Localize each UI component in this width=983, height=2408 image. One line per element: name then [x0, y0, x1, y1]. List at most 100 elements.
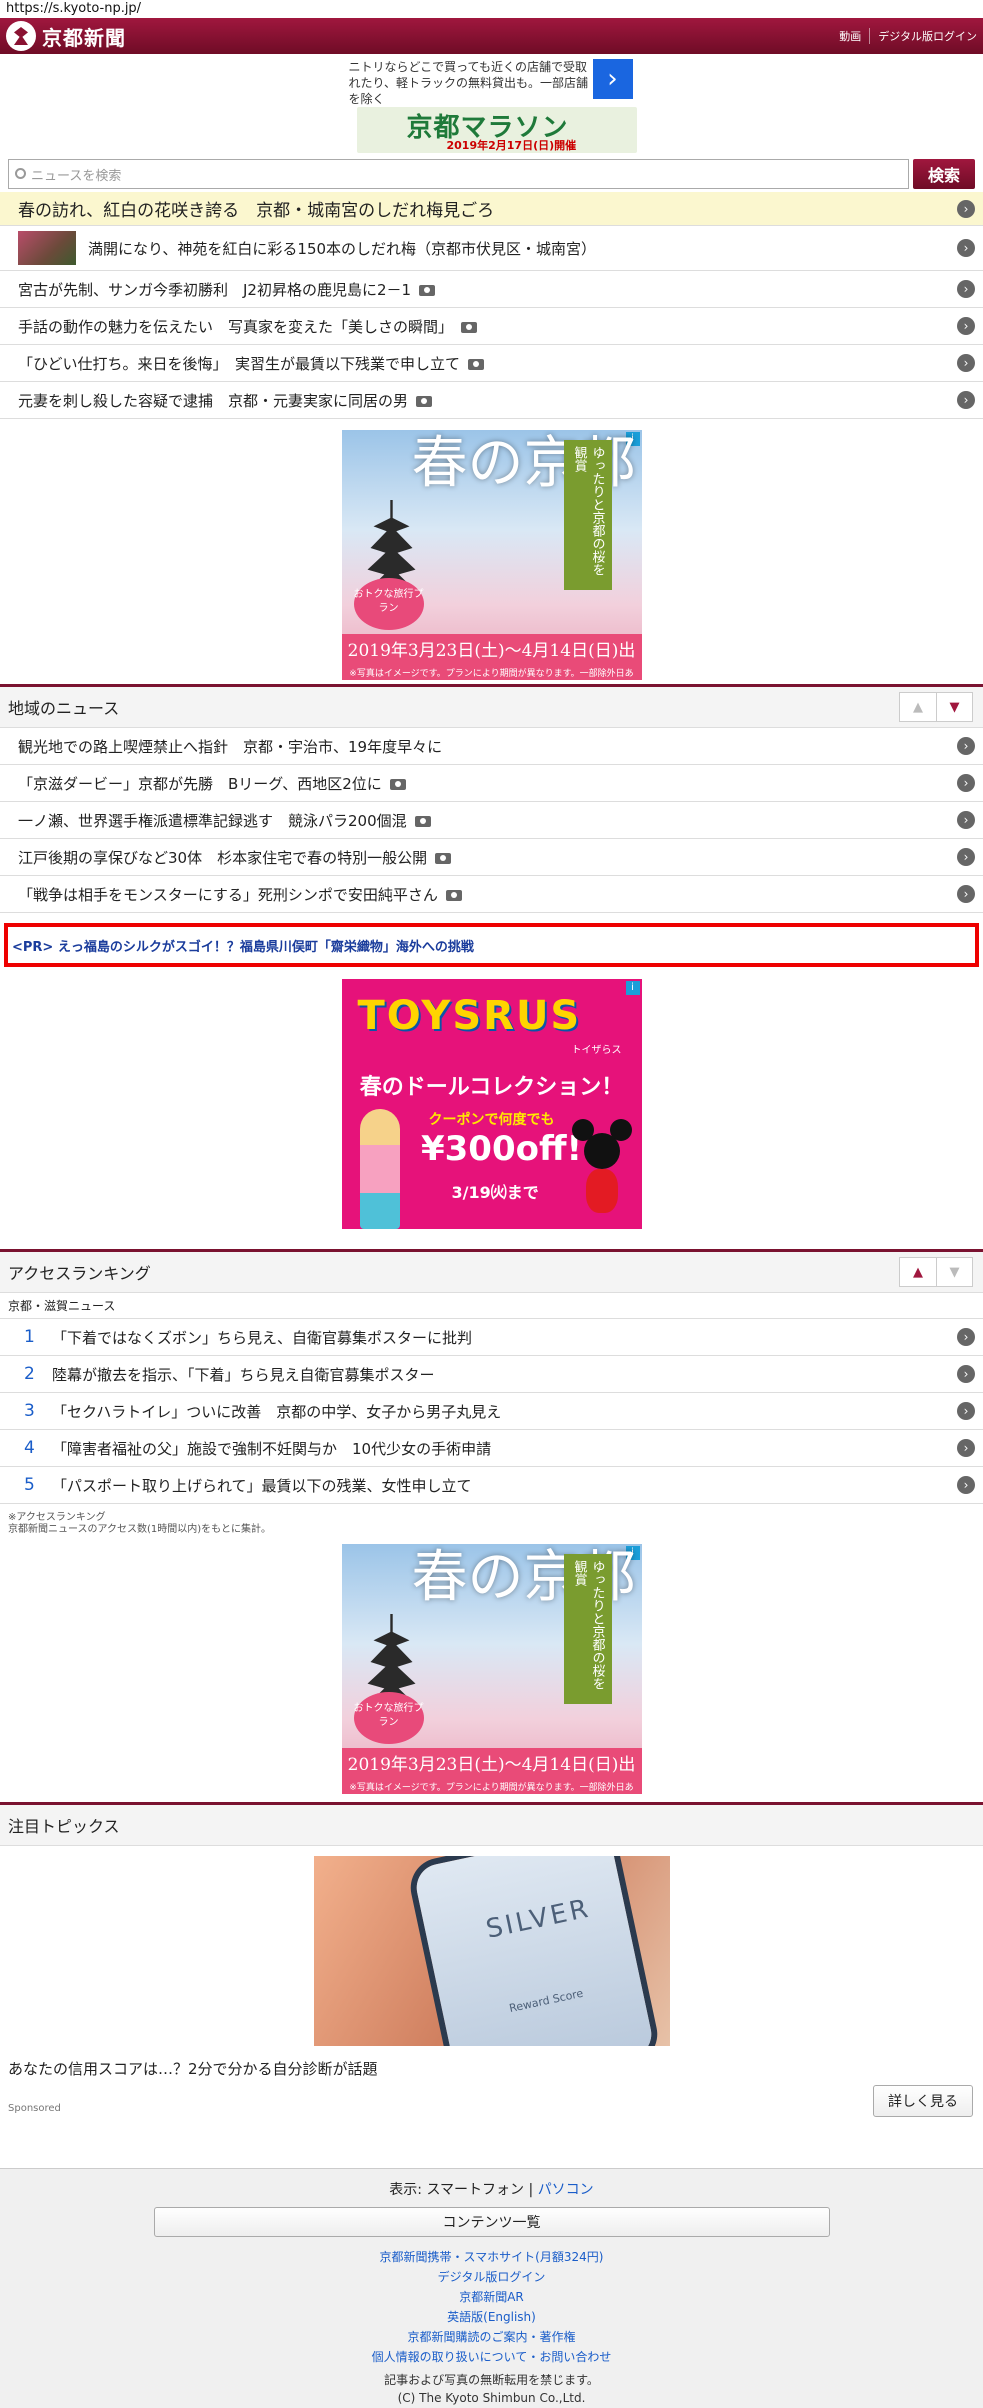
list-item[interactable]: 宮古が先制、サンガ今季初勝利 J2初昇格の鹿児島に2－1 › [0, 271, 983, 308]
toysrus-ad[interactable]: i TOYSRUS トイザらス 春のドールコレクション！ クーポンで何度でも ¥… [341, 979, 642, 1229]
camera-icon [461, 321, 478, 333]
ad-slot-3: i 春の京都 ゆったりと京都の桜を観賞 おトクな旅行プラン 2019年3月23日… [0, 1536, 983, 1802]
top-news-list: 春の訪れ、紅白の花咲き誇る 京都・城南宮のしだれ梅見ごろ › 満開になり、神苑を… [0, 192, 983, 419]
footer-link-digital-login[interactable]: デジタル版ログイン [0, 2267, 983, 2287]
chevron-right-icon: › [957, 1476, 975, 1494]
view-pc-link[interactable]: パソコン [538, 2182, 594, 2198]
rank-number: 3 [24, 1401, 35, 1421]
view-smartphone: スマートフォン [426, 2182, 525, 2198]
header-links: 動画 デジタル版ログイン [831, 28, 977, 44]
news-title: 満開になり、神苑を紅白に彩る150本のしだれ梅（京都市伏見区・城南宮） [88, 239, 597, 258]
ad-text: ニトリならどこで買っても近くの店舗で受取れたり、軽トラックの無料貸出も。一部店舗… [348, 60, 589, 106]
ad-vertical-text: ゆったりと京都の桜を観賞 [563, 440, 612, 590]
chevron-right-icon: › [957, 737, 975, 755]
footer-link-subscription[interactable]: 京都新聞購読のご案内・著作権 [0, 2327, 983, 2347]
headline-item[interactable]: 春の訪れ、紅白の花咲き誇る 京都・城南宮のしだれ梅見ごろ › [0, 192, 983, 226]
news-title: 「ひどい仕打ち。来日を後悔」 実習生が最賃以下残業で申し立て [18, 354, 461, 373]
search-input[interactable]: ニュースを検索 [8, 159, 909, 189]
chevron-right-icon: › [957, 199, 975, 218]
chevron-right-icon: › [957, 1365, 975, 1383]
footer-notice: 記事および写真の無断転用を禁じます。 [384, 2373, 599, 2387]
section-toggles: ▲ ▼ [899, 1257, 973, 1287]
ranking-item[interactable]: 4 「障害者福祉の父」施設で強制不妊関与か 10代少女の手術申請 › [0, 1430, 983, 1467]
view-label: 表示: [389, 2182, 423, 2198]
top-banner-ad[interactable]: ニトリならどこで買っても近くの店舗で受取れたり、軽トラックの無料貸出も。一部店舗… [0, 54, 983, 156]
list-item[interactable]: 「ひどい仕打ち。来日を後悔」 実習生が最賃以下残業で申し立て › [0, 345, 983, 382]
chevron-right-icon: › [957, 1439, 975, 1457]
news-title: 「戦争は相手をモンスターにする」死刑シンポで安田純平さん [18, 885, 438, 904]
list-item[interactable]: 元妻を刺し殺した容疑で逮捕 京都・元妻実家に同居の男 › [0, 382, 983, 419]
chevron-up-icon[interactable]: ▲ [900, 693, 936, 721]
headline-text: 春の訪れ、紅白の花咲き誇る 京都・城南宮のしだれ梅見ごろ [18, 201, 495, 221]
spring-kyoto-ad[interactable]: i 春の京都 ゆったりと京都の桜を観賞 おトクな旅行プラン 2019年3月23日… [341, 430, 642, 680]
ranking-note-title: ※アクセスランキング [8, 1512, 106, 1523]
search-button[interactable]: 検索 [913, 159, 975, 189]
footer-link-mobile[interactable]: 京都新聞携帯・スマホサイト(月額324円) [0, 2247, 983, 2267]
camera-icon [419, 284, 436, 296]
ranking-item[interactable]: 5 「パスポート取り上げられて」最賃以下の残業、女性申し立て › [0, 1467, 983, 1504]
url-bar[interactable]: https://s.kyoto-np.jp/ [0, 0, 983, 18]
toys-logo-sub: トイザらス [571, 1045, 622, 1056]
site-header: 京都新聞 動画 デジタル版ログイン [0, 18, 983, 54]
logo-text: 京都新聞 [42, 25, 126, 50]
footer-copyright: (C) The Kyoto Shimbun Co.,Ltd. [397, 2391, 586, 2405]
news-thumbnail [18, 231, 76, 265]
header-link-digital-login[interactable]: デジタル版ログイン [869, 28, 977, 44]
ad-dates: 2019年3月23日(土)～4月14日(日)出発 [341, 634, 642, 680]
list-item[interactable]: 江戸後期の享保びなど30体 杉本家住宅で春の特別一般公開 › [0, 839, 983, 876]
list-item[interactable]: 満開になり、神苑を紅白に彩る150本のしだれ梅（京都市伏見区・城南宮） › [0, 226, 983, 271]
ranking-item[interactable]: 2 陸幕が撤去を指示、「下着」ちら見え自衛官募集ポスター › [0, 1356, 983, 1393]
chevron-down-icon[interactable]: ▼ [936, 693, 972, 721]
logo-mark-icon [6, 21, 36, 51]
view-switch: 表示: スマートフォン | パソコン [0, 2179, 983, 2199]
header-link-video[interactable]: 動画 [831, 28, 861, 44]
contents-button[interactable]: コンテンツ一覧 [153, 2207, 830, 2237]
list-item[interactable]: 手話の動作の魅力を伝えたい 写真家を変えた「美しさの瞬間」 › [0, 308, 983, 345]
rank-number: 1 [24, 1327, 35, 1347]
footer-link-privacy[interactable]: 個人情報の取り扱いについて・お問い合わせ [0, 2347, 983, 2367]
ad-vertical-text: ゆったりと京都の桜を観賞 [563, 1554, 612, 1704]
chevron-right-icon: › [957, 317, 975, 335]
view-separator: | [528, 2182, 534, 2198]
footer-link-english[interactable]: 英語版(English) [0, 2307, 983, 2327]
phone-image: SILVER Reward Score [411, 1856, 656, 2046]
chevron-down-icon[interactable]: ▼ [936, 1258, 972, 1286]
ad-arrow-icon[interactable]: › [592, 59, 633, 99]
ad-choices-icon[interactable]: i [625, 981, 640, 995]
chevron-right-icon: › [957, 811, 975, 829]
camera-icon [389, 778, 406, 790]
ranking-note-body: 京都新聞ニュースのアクセス数(1時間以内)をもとに集計。 [8, 1524, 271, 1535]
chevron-up-icon[interactable]: ▲ [900, 1258, 936, 1286]
ranking-item[interactable]: 1 「下着ではなくズボン」ちら見え、自衛官募集ポスターに批判 › [0, 1319, 983, 1356]
doll-icon [359, 1109, 400, 1229]
marathon-banner[interactable]: 京都マラソン 2019年2月17日(日)開催 [356, 107, 637, 153]
mouse-character-icon [571, 1119, 632, 1219]
rank-title: 「セクハラトイレ」ついに改善 京都の中学、女子から男子丸見え [52, 1402, 502, 1421]
list-item[interactable]: 「戦争は相手をモンスターにする」死刑シンポで安田純平さん › [0, 876, 983, 913]
topic-headline[interactable]: あなたの信用スコアは…？2分で分かる自分診断が話題 [0, 2046, 983, 2079]
chevron-right-icon: › [957, 1328, 975, 1346]
ranking-note: ※アクセスランキング 京都新聞ニュースのアクセス数(1時間以内)をもとに集計。 [0, 1504, 983, 1536]
ad-plan-badge: おトクな旅行プラン [353, 578, 424, 630]
ad-plan-badge: おトクな旅行プラン [353, 1692, 424, 1744]
site-logo[interactable]: 京都新聞 [6, 21, 126, 51]
news-title: 観光地での路上喫煙禁止へ指針 京都・宇治市、19年度早々に [18, 737, 443, 756]
news-title: 一ノ瀬、世界選手権派遣標準記録逃す 競泳パラ200個混 [18, 811, 407, 830]
toys-price: ¥300off! [420, 1129, 583, 1169]
search-bar: ニュースを検索 検索 [0, 156, 983, 192]
news-title: 江戸後期の享保びなど30体 杉本家住宅で春の特別一般公開 [18, 848, 428, 867]
section-title: 地域のニュース [8, 699, 120, 718]
chevron-right-icon: › [957, 848, 975, 866]
list-item[interactable]: 一ノ瀬、世界選手権派遣標準記録逃す 競泳パラ200個混 › [0, 802, 983, 839]
ranking-item[interactable]: 3 「セクハラトイレ」ついに改善 京都の中学、女子から男子丸見え › [0, 1393, 983, 1430]
footer-link-ar[interactable]: 京都新聞AR [0, 2287, 983, 2307]
pr-link[interactable]: <PR> えっ福島のシルクがスゴイ！？福島県川俣町「齋栄織物」海外への挑戦 [4, 923, 979, 967]
local-news-header: 地域のニュース ▲ ▼ [0, 684, 983, 728]
spring-kyoto-ad[interactable]: i 春の京都 ゆったりと京都の桜を観賞 おトクな旅行プラン 2019年3月23日… [341, 1544, 642, 1794]
topic-image[interactable]: SILVER Reward Score [313, 1856, 670, 2046]
list-item[interactable]: 観光地での路上喫煙禁止へ指針 京都・宇治市、19年度早々に › [0, 728, 983, 765]
search-icon [15, 168, 26, 179]
more-button[interactable]: 詳しく見る [873, 2085, 973, 2117]
rank-title: 「パスポート取り上げられて」最賃以下の残業、女性申し立て [52, 1476, 472, 1495]
list-item[interactable]: 「京滋ダービー」京都が先勝 Bリーグ、西地区2位に › [0, 765, 983, 802]
